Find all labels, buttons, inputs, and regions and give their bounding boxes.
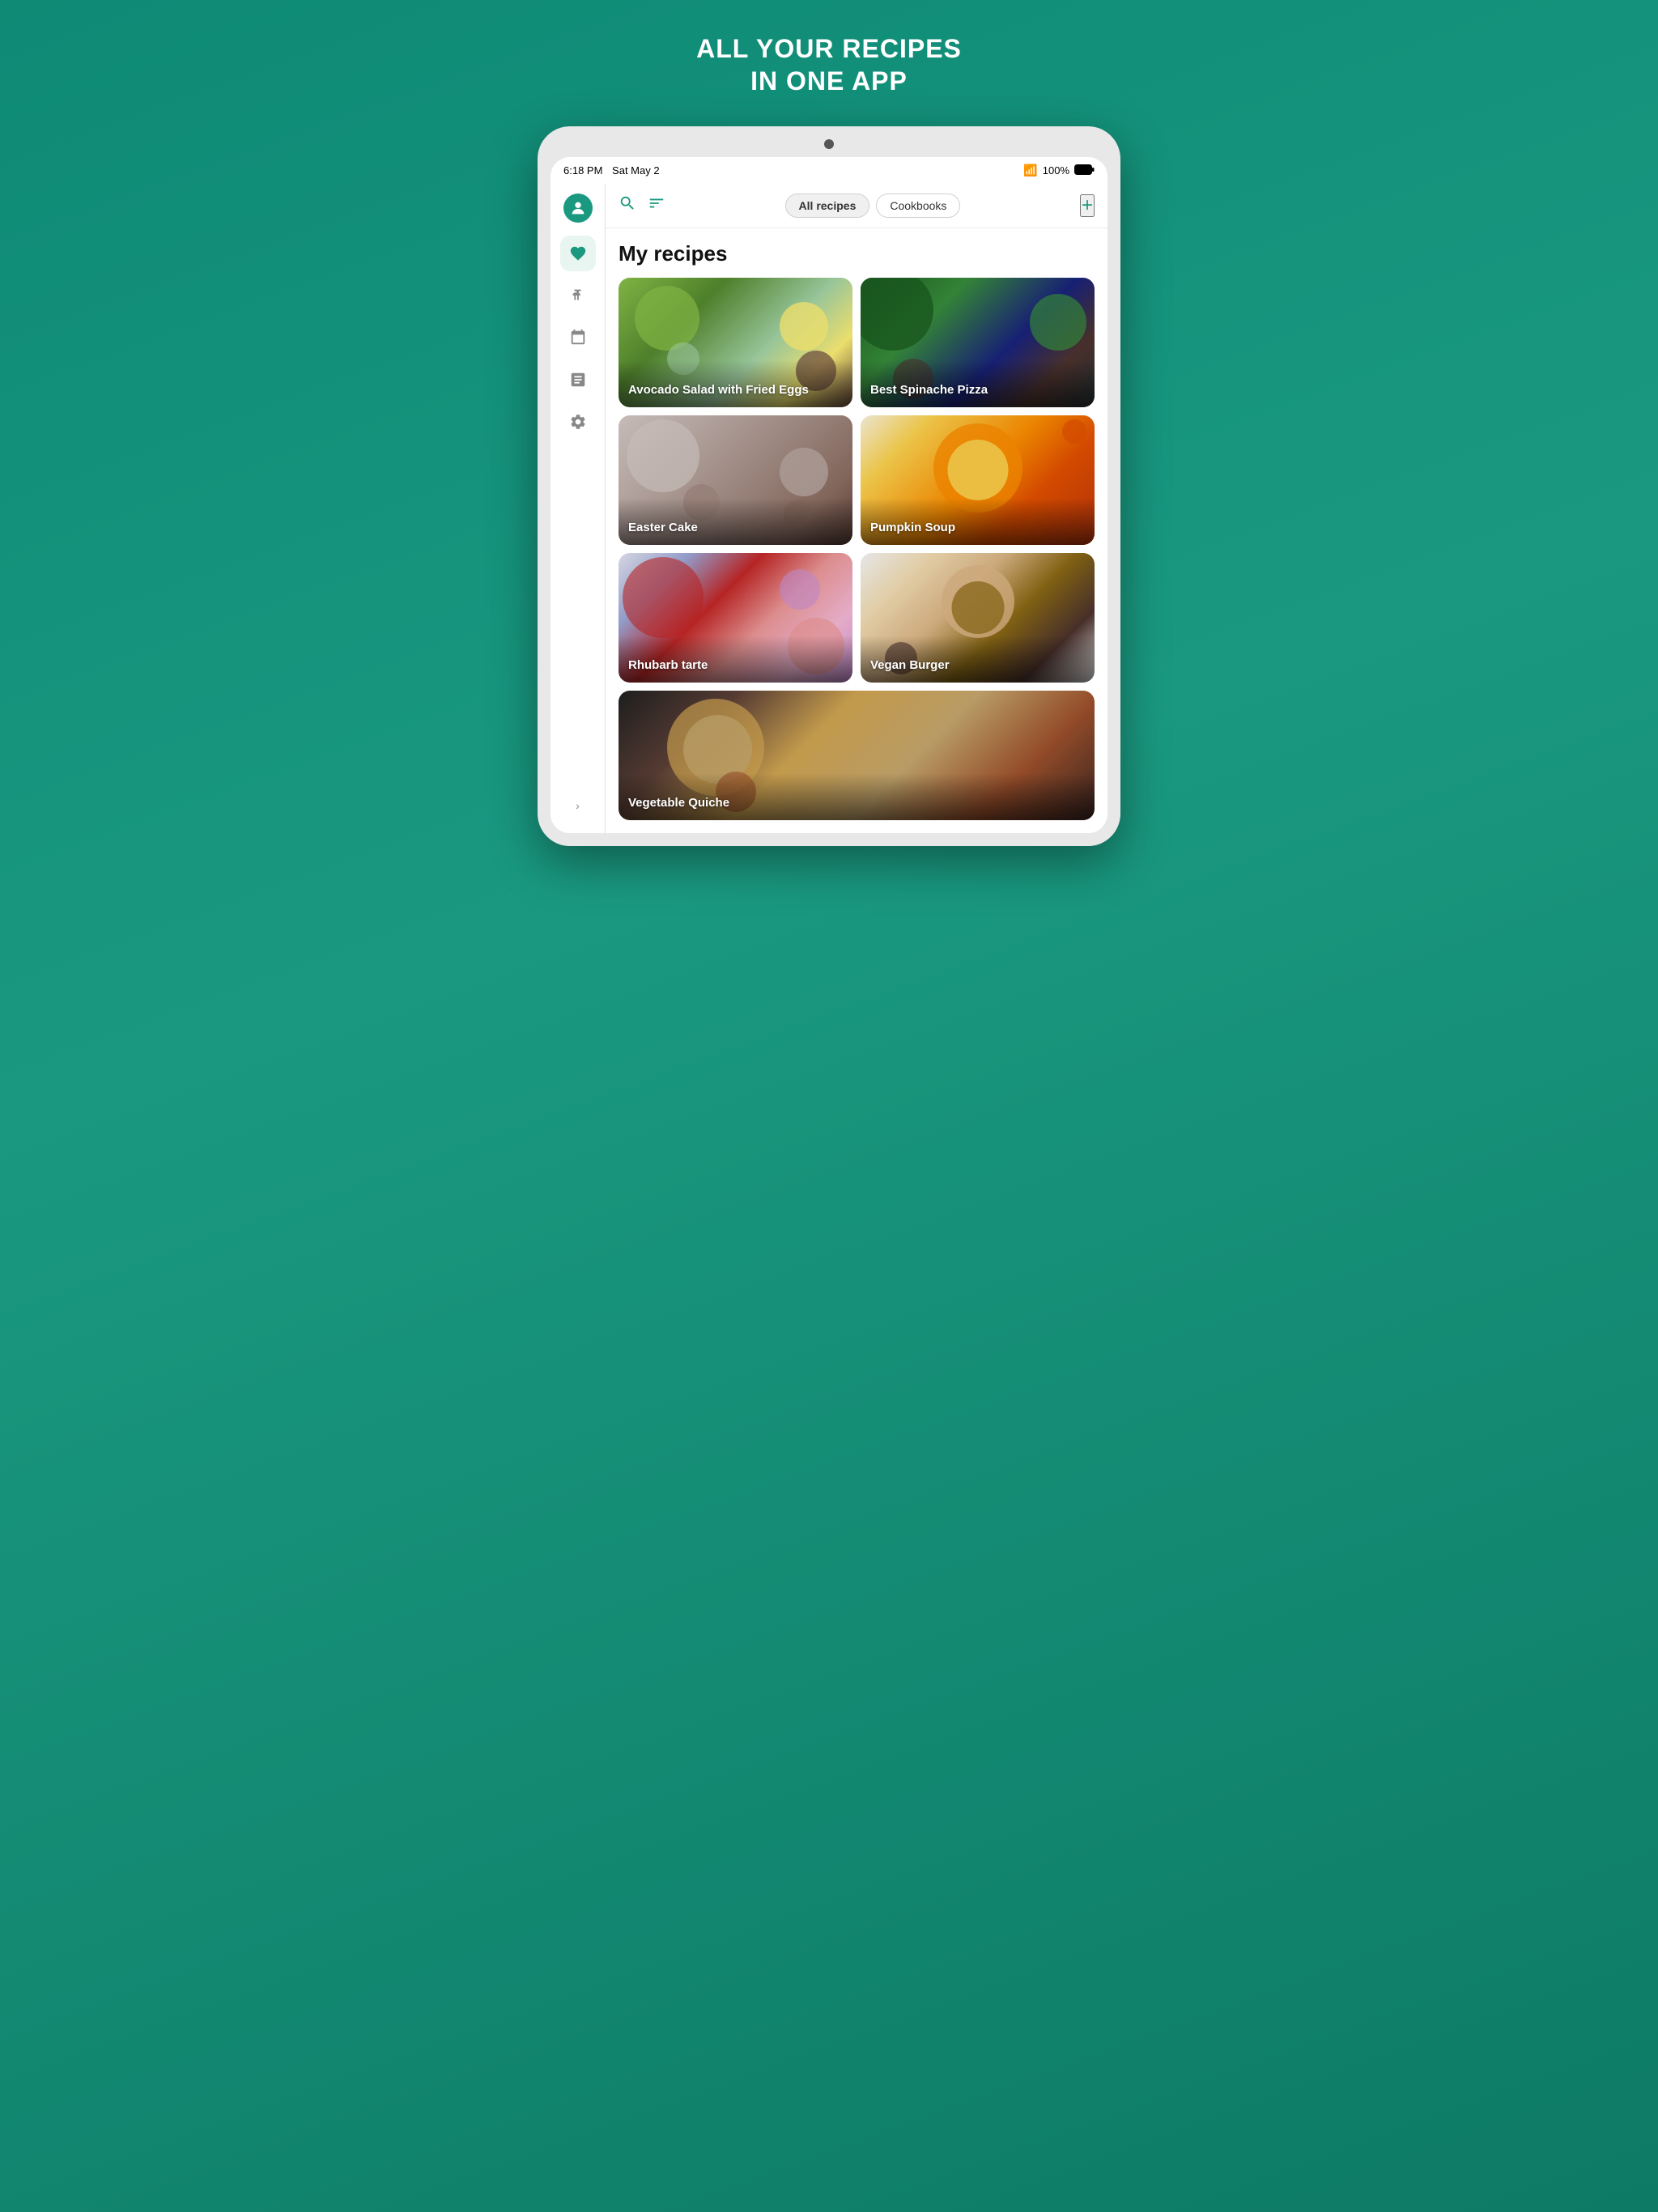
recipe-card-quiche[interactable]: Vegetable Quiche [619,691,1095,820]
filter-icon[interactable] [648,194,665,217]
recipe-card-name-quiche: Vegetable Quiche [628,796,729,810]
section-title: My recipes [619,241,1095,266]
recipe-card-pizza[interactable]: Best Spinache Pizza [861,278,1095,407]
tab-all-recipes[interactable]: All recipes [785,194,870,218]
recipe-card-name-pizza: Best Spinache Pizza [870,383,988,397]
sidebar-expand-button[interactable]: › [563,791,593,820]
tablet-screen: 6:18 PM Sat May 2 📶 100% [551,157,1107,833]
top-bar: All recipes Cookbooks + [606,184,1107,228]
top-bar-left [619,194,665,217]
main-area: All recipes Cookbooks + My recipes [606,184,1107,833]
recipe-card-label-pumpkin: Pumpkin Soup [861,498,1095,545]
recipe-card-label-quiche: Vegetable Quiche [619,773,1095,820]
recipe-card-rhubarb[interactable]: Rhubarb tarte [619,553,852,683]
recipes-grid: Avocado Salad with Fried Eggs Bes [619,278,1095,820]
status-time-date: 6:18 PM Sat May 2 [563,164,660,177]
add-recipe-button[interactable]: + [1080,194,1095,217]
recipe-card-burger[interactable]: Vegan Burger [861,553,1095,683]
recipe-card-avocado[interactable]: Avocado Salad with Fried Eggs [619,278,852,407]
recipe-card-easter[interactable]: Easter Cake [619,415,852,545]
tab-cookbooks[interactable]: Cookbooks [876,194,960,218]
recipe-card-name-easter: Easter Cake [628,521,698,534]
app-content: › [551,184,1107,833]
sidebar: › [551,184,606,833]
tablet-frame: 6:18 PM Sat May 2 📶 100% [538,126,1120,846]
recipe-card-label-easter: Easter Cake [619,498,852,545]
page-headline: ALL YOUR RECIPES IN ONE APP [696,32,962,97]
recipe-card-label-rhubarb: Rhubarb tarte [619,636,852,683]
recipe-card-name-burger: Vegan Burger [870,658,950,672]
recipe-card-name-pumpkin: Pumpkin Soup [870,521,955,534]
sidebar-item-favorites[interactable] [560,236,596,271]
recipe-card-name-rhubarb: Rhubarb tarte [628,658,708,672]
recipe-card-label-burger: Vegan Burger [861,636,1095,683]
avatar[interactable] [563,194,593,223]
recipe-card-label-avocado: Avocado Salad with Fried Eggs [619,360,852,407]
sidebar-item-settings[interactable] [560,404,596,440]
sidebar-item-calendar[interactable] [560,320,596,355]
recipe-card-pumpkin[interactable]: Pumpkin Soup [861,415,1095,545]
wifi-icon: 📶 [1023,164,1037,177]
status-indicators: 📶 100% [1023,164,1095,177]
recipe-card-name-avocado: Avocado Salad with Fried Eggs [628,383,809,397]
sidebar-item-shopping[interactable] [560,362,596,398]
search-icon[interactable] [619,194,636,217]
status-bar: 6:18 PM Sat May 2 📶 100% [551,157,1107,184]
battery-icon [1074,164,1095,177]
tablet-camera [824,139,834,149]
recipe-card-label-pizza: Best Spinache Pizza [861,360,1095,407]
sidebar-item-tools[interactable] [560,278,596,313]
recipes-section: My recipes Avocado Salad with Fr [606,228,1107,833]
tab-group: All recipes Cookbooks [785,194,961,218]
